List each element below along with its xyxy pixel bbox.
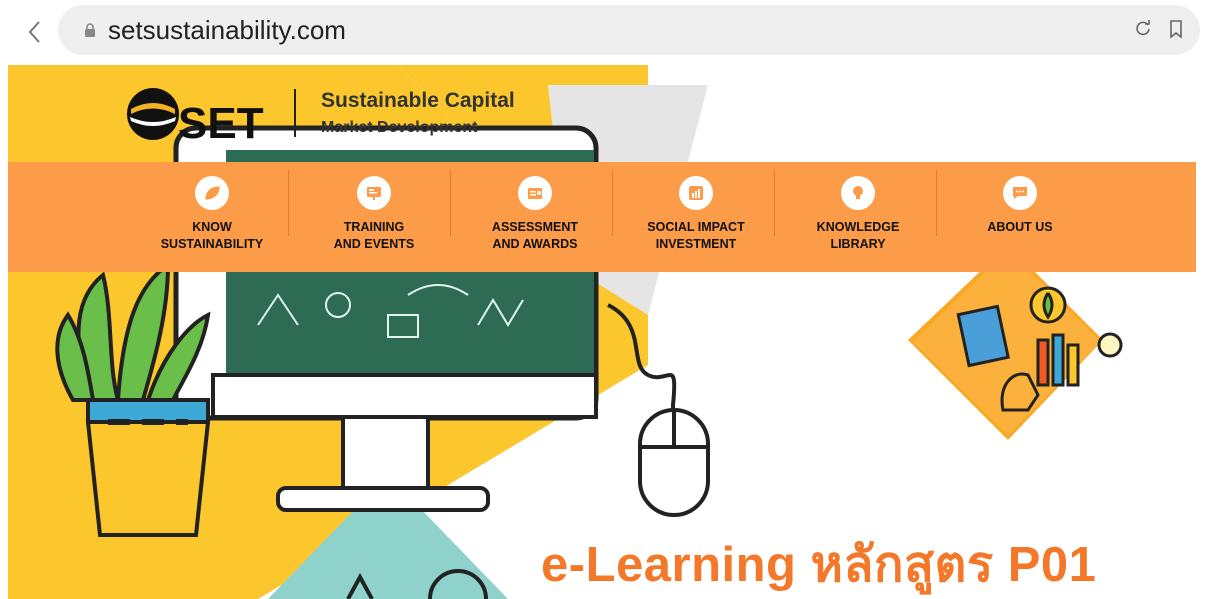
bookmark-icon[interactable] <box>1168 19 1184 39</box>
hero-banner: SET Sustainable Capital Market Developme… <box>8 65 1196 599</box>
main-nav: KNOW SUSTAINABILITY TRAINING AND EVENTS … <box>8 162 1196 272</box>
nav-item-know-sustainability[interactable]: KNOW SUSTAINABILITY <box>132 172 292 264</box>
certificate-icon <box>518 176 552 210</box>
brand-title: Sustainable Capital <box>321 89 515 112</box>
nav-divider <box>936 170 937 236</box>
brand-subtitle: Market Development <box>321 119 478 136</box>
hero-illustration <box>8 65 1123 599</box>
bar-chart-icon <box>679 176 713 210</box>
lock-icon <box>85 23 95 37</box>
nav-label: ASSESSMENT AND AWARDS <box>491 220 579 251</box>
set-logo: SET <box>127 88 264 141</box>
nav-item-social-impact-investment[interactable]: SOCIAL IMPACT INVESTMENT <box>616 172 776 264</box>
logo-text: SET <box>178 99 264 141</box>
brand-divider <box>294 89 296 137</box>
chevron-left-icon <box>28 21 40 43</box>
nav-divider <box>450 170 451 236</box>
nav-divider <box>774 170 775 236</box>
nav-divider <box>288 170 289 236</box>
nav-divider <box>612 170 613 236</box>
leaf-icon <box>195 176 229 210</box>
hero-headline: e-Learning หลักสูตร P01 <box>541 538 1097 592</box>
nav-label: SOCIAL IMPACT INVESTMENT <box>647 220 745 251</box>
nav-item-training-events[interactable]: TRAINING AND EVENTS <box>294 172 454 264</box>
nav-label: ABOUT US <box>987 220 1053 234</box>
nav-item-knowledge-library[interactable]: KNOWLEDGE LIBRARY <box>778 172 938 264</box>
lightbulb-icon <box>841 176 875 210</box>
nav-label: KNOWLEDGE LIBRARY <box>816 220 900 251</box>
address-bar[interactable]: setsustainability.com <box>58 5 1200 55</box>
presentation-board-icon <box>357 176 391 210</box>
nav-label: TRAINING AND EVENTS <box>333 220 415 251</box>
nav-label: KNOW SUSTAINABILITY <box>160 220 264 251</box>
nav-item-assessment-awards[interactable]: ASSESSMENT AND AWARDS <box>455 172 615 264</box>
back-button[interactable] <box>22 18 46 46</box>
nav-item-about-us[interactable]: ABOUT US <box>940 172 1100 264</box>
url-text: setsustainability.com <box>108 15 346 45</box>
chat-bubble-icon <box>1003 176 1037 210</box>
reload-icon[interactable] <box>1134 19 1152 37</box>
